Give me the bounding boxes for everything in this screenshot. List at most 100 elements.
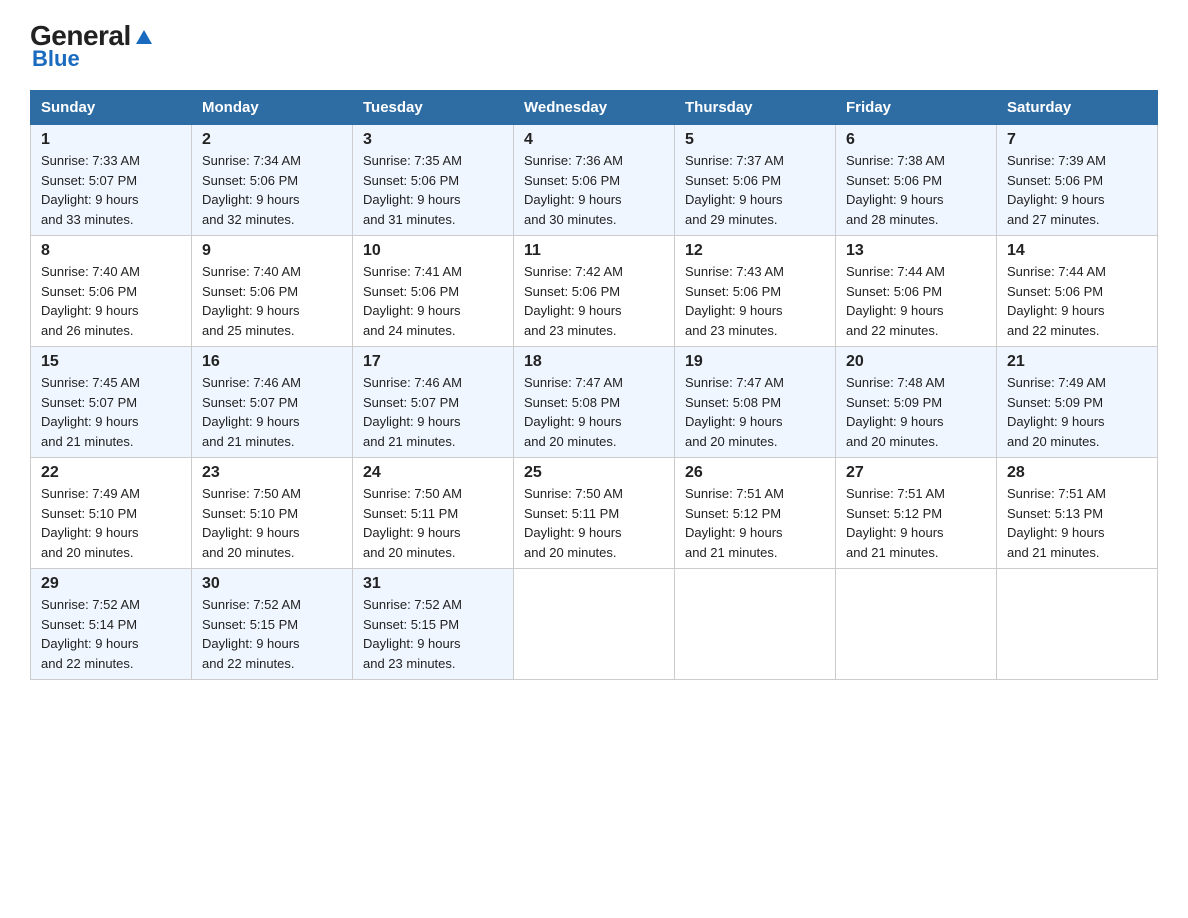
day-info: Sunrise: 7:43 AM Sunset: 5:06 PM Dayligh… xyxy=(685,262,825,340)
calendar-cell xyxy=(514,569,675,680)
calendar-cell: 16 Sunrise: 7:46 AM Sunset: 5:07 PM Dayl… xyxy=(192,347,353,458)
calendar-cell: 24 Sunrise: 7:50 AM Sunset: 5:11 PM Dayl… xyxy=(353,458,514,569)
calendar-cell: 13 Sunrise: 7:44 AM Sunset: 5:06 PM Dayl… xyxy=(836,236,997,347)
calendar-header: SundayMondayTuesdayWednesdayThursdayFrid… xyxy=(31,91,1158,125)
calendar-cell: 21 Sunrise: 7:49 AM Sunset: 5:09 PM Dayl… xyxy=(997,347,1158,458)
calendar-cell: 26 Sunrise: 7:51 AM Sunset: 5:12 PM Dayl… xyxy=(675,458,836,569)
day-info: Sunrise: 7:34 AM Sunset: 5:06 PM Dayligh… xyxy=(202,151,342,229)
day-info: Sunrise: 7:38 AM Sunset: 5:06 PM Dayligh… xyxy=(846,151,986,229)
header-row: SundayMondayTuesdayWednesdayThursdayFrid… xyxy=(31,91,1158,125)
calendar-cell: 6 Sunrise: 7:38 AM Sunset: 5:06 PM Dayli… xyxy=(836,125,997,236)
day-number: 18 xyxy=(524,353,664,371)
calendar-cell: 28 Sunrise: 7:51 AM Sunset: 5:13 PM Dayl… xyxy=(997,458,1158,569)
day-number: 4 xyxy=(524,131,664,149)
calendar-cell xyxy=(997,569,1158,680)
calendar-cell xyxy=(836,569,997,680)
day-number: 11 xyxy=(524,242,664,260)
day-number: 17 xyxy=(363,353,503,371)
calendar-cell: 22 Sunrise: 7:49 AM Sunset: 5:10 PM Dayl… xyxy=(31,458,192,569)
calendar-cell: 8 Sunrise: 7:40 AM Sunset: 5:06 PM Dayli… xyxy=(31,236,192,347)
calendar-week-5: 29 Sunrise: 7:52 AM Sunset: 5:14 PM Dayl… xyxy=(31,569,1158,680)
calendar-week-3: 15 Sunrise: 7:45 AM Sunset: 5:07 PM Dayl… xyxy=(31,347,1158,458)
day-number: 16 xyxy=(202,353,342,371)
day-number: 5 xyxy=(685,131,825,149)
day-number: 22 xyxy=(41,464,181,482)
day-info: Sunrise: 7:49 AM Sunset: 5:09 PM Dayligh… xyxy=(1007,373,1147,451)
calendar-week-2: 8 Sunrise: 7:40 AM Sunset: 5:06 PM Dayli… xyxy=(31,236,1158,347)
day-info: Sunrise: 7:33 AM Sunset: 5:07 PM Dayligh… xyxy=(41,151,181,229)
calendar-week-4: 22 Sunrise: 7:49 AM Sunset: 5:10 PM Dayl… xyxy=(31,458,1158,569)
calendar-cell: 27 Sunrise: 7:51 AM Sunset: 5:12 PM Dayl… xyxy=(836,458,997,569)
calendar-cell: 31 Sunrise: 7:52 AM Sunset: 5:15 PM Dayl… xyxy=(353,569,514,680)
calendar-cell: 20 Sunrise: 7:48 AM Sunset: 5:09 PM Dayl… xyxy=(836,347,997,458)
day-info: Sunrise: 7:47 AM Sunset: 5:08 PM Dayligh… xyxy=(524,373,664,451)
day-number: 14 xyxy=(1007,242,1147,260)
header-cell-monday: Monday xyxy=(192,91,353,125)
calendar-cell: 17 Sunrise: 7:46 AM Sunset: 5:07 PM Dayl… xyxy=(353,347,514,458)
day-number: 13 xyxy=(846,242,986,260)
day-number: 27 xyxy=(846,464,986,482)
calendar-cell: 11 Sunrise: 7:42 AM Sunset: 5:06 PM Dayl… xyxy=(514,236,675,347)
day-info: Sunrise: 7:45 AM Sunset: 5:07 PM Dayligh… xyxy=(41,373,181,451)
day-info: Sunrise: 7:50 AM Sunset: 5:11 PM Dayligh… xyxy=(524,484,664,562)
calendar-cell: 23 Sunrise: 7:50 AM Sunset: 5:10 PM Dayl… xyxy=(192,458,353,569)
day-info: Sunrise: 7:41 AM Sunset: 5:06 PM Dayligh… xyxy=(363,262,503,340)
day-number: 26 xyxy=(685,464,825,482)
calendar-cell: 18 Sunrise: 7:47 AM Sunset: 5:08 PM Dayl… xyxy=(514,347,675,458)
calendar-cell: 19 Sunrise: 7:47 AM Sunset: 5:08 PM Dayl… xyxy=(675,347,836,458)
calendar-cell: 25 Sunrise: 7:50 AM Sunset: 5:11 PM Dayl… xyxy=(514,458,675,569)
day-number: 15 xyxy=(41,353,181,371)
day-info: Sunrise: 7:51 AM Sunset: 5:13 PM Dayligh… xyxy=(1007,484,1147,562)
calendar-cell: 29 Sunrise: 7:52 AM Sunset: 5:14 PM Dayl… xyxy=(31,569,192,680)
header-cell-sunday: Sunday xyxy=(31,91,192,125)
calendar-cell: 9 Sunrise: 7:40 AM Sunset: 5:06 PM Dayli… xyxy=(192,236,353,347)
day-info: Sunrise: 7:40 AM Sunset: 5:06 PM Dayligh… xyxy=(41,262,181,340)
day-info: Sunrise: 7:42 AM Sunset: 5:06 PM Dayligh… xyxy=(524,262,664,340)
calendar-cell: 14 Sunrise: 7:44 AM Sunset: 5:06 PM Dayl… xyxy=(997,236,1158,347)
day-info: Sunrise: 7:52 AM Sunset: 5:15 PM Dayligh… xyxy=(363,595,503,673)
day-number: 31 xyxy=(363,575,503,593)
day-number: 23 xyxy=(202,464,342,482)
header-cell-wednesday: Wednesday xyxy=(514,91,675,125)
day-info: Sunrise: 7:46 AM Sunset: 5:07 PM Dayligh… xyxy=(363,373,503,451)
page-header: General Blue xyxy=(30,20,1158,72)
day-info: Sunrise: 7:44 AM Sunset: 5:06 PM Dayligh… xyxy=(846,262,986,340)
calendar-cell: 12 Sunrise: 7:43 AM Sunset: 5:06 PM Dayl… xyxy=(675,236,836,347)
header-cell-saturday: Saturday xyxy=(997,91,1158,125)
calendar-week-1: 1 Sunrise: 7:33 AM Sunset: 5:07 PM Dayli… xyxy=(31,125,1158,236)
day-number: 24 xyxy=(363,464,503,482)
calendar-cell: 30 Sunrise: 7:52 AM Sunset: 5:15 PM Dayl… xyxy=(192,569,353,680)
day-number: 10 xyxy=(363,242,503,260)
day-number: 20 xyxy=(846,353,986,371)
logo: General Blue xyxy=(30,20,155,72)
calendar-cell: 1 Sunrise: 7:33 AM Sunset: 5:07 PM Dayli… xyxy=(31,125,192,236)
day-info: Sunrise: 7:52 AM Sunset: 5:15 PM Dayligh… xyxy=(202,595,342,673)
day-number: 2 xyxy=(202,131,342,149)
day-info: Sunrise: 7:52 AM Sunset: 5:14 PM Dayligh… xyxy=(41,595,181,673)
calendar-cell: 15 Sunrise: 7:45 AM Sunset: 5:07 PM Dayl… xyxy=(31,347,192,458)
calendar-cell: 2 Sunrise: 7:34 AM Sunset: 5:06 PM Dayli… xyxy=(192,125,353,236)
day-info: Sunrise: 7:50 AM Sunset: 5:11 PM Dayligh… xyxy=(363,484,503,562)
day-info: Sunrise: 7:36 AM Sunset: 5:06 PM Dayligh… xyxy=(524,151,664,229)
calendar-cell: 5 Sunrise: 7:37 AM Sunset: 5:06 PM Dayli… xyxy=(675,125,836,236)
day-info: Sunrise: 7:48 AM Sunset: 5:09 PM Dayligh… xyxy=(846,373,986,451)
day-info: Sunrise: 7:50 AM Sunset: 5:10 PM Dayligh… xyxy=(202,484,342,562)
day-info: Sunrise: 7:39 AM Sunset: 5:06 PM Dayligh… xyxy=(1007,151,1147,229)
logo-blue-text: Blue xyxy=(32,46,80,72)
day-info: Sunrise: 7:35 AM Sunset: 5:06 PM Dayligh… xyxy=(363,151,503,229)
day-info: Sunrise: 7:47 AM Sunset: 5:08 PM Dayligh… xyxy=(685,373,825,451)
calendar-cell xyxy=(675,569,836,680)
day-number: 28 xyxy=(1007,464,1147,482)
day-number: 29 xyxy=(41,575,181,593)
header-cell-tuesday: Tuesday xyxy=(353,91,514,125)
day-info: Sunrise: 7:51 AM Sunset: 5:12 PM Dayligh… xyxy=(846,484,986,562)
calendar-body: 1 Sunrise: 7:33 AM Sunset: 5:07 PM Dayli… xyxy=(31,125,1158,680)
day-number: 25 xyxy=(524,464,664,482)
day-number: 12 xyxy=(685,242,825,260)
calendar-cell: 7 Sunrise: 7:39 AM Sunset: 5:06 PM Dayli… xyxy=(997,125,1158,236)
day-number: 21 xyxy=(1007,353,1147,371)
day-number: 3 xyxy=(363,131,503,149)
logo-triangle-icon xyxy=(133,26,155,48)
calendar-cell: 3 Sunrise: 7:35 AM Sunset: 5:06 PM Dayli… xyxy=(353,125,514,236)
day-number: 19 xyxy=(685,353,825,371)
